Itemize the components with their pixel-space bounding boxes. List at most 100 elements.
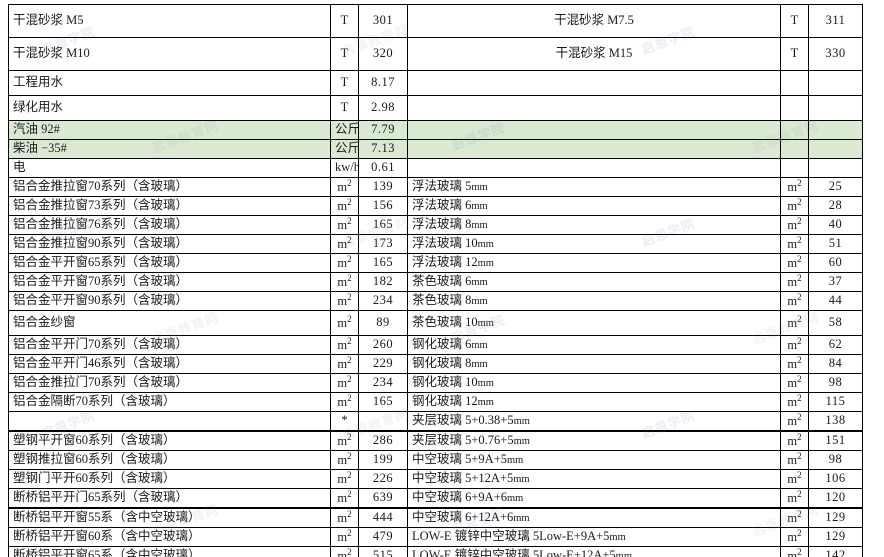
material-price-left: 260 [358, 335, 408, 355]
table-row[interactable]: 铝合金平开窗65系列（含玻璃） m2 165 浮法玻璃 12mm m2 60 [8, 253, 863, 273]
material-unit-left: m2 [330, 354, 359, 374]
material-price-left: 286 [358, 431, 408, 451]
material-name-right: 中空玻璃 5+12A+5mm [407, 469, 781, 489]
material-unit-right: T [780, 37, 809, 71]
material-price-left: 7.13 [358, 139, 408, 159]
material-price-right: 115 [808, 392, 863, 412]
material-price-right: 58 [808, 310, 863, 336]
material-unit-right: m2 [780, 431, 809, 451]
material-unit-right: T [780, 4, 809, 38]
material-name-right: 浮法玻璃 10mm [407, 234, 781, 254]
table-row[interactable]: 电 kw/h 0.61 [8, 158, 863, 178]
material-name-left: 断桥铝平开门65系列（含玻璃） [8, 488, 331, 509]
material-price-left: 229 [358, 354, 408, 374]
material-unit-right: m2 [780, 177, 809, 197]
material-price-right: 62 [808, 335, 863, 355]
material-unit-right: m2 [780, 508, 809, 528]
material-price-left: 182 [358, 272, 408, 292]
material-name-right [407, 120, 781, 140]
material-name-right: 夹层玻璃 5+0.76+5mm [407, 431, 781, 451]
material-price-left: 515 [358, 546, 408, 557]
table-row[interactable]: 塑钢推拉窗60系列（含玻璃） m2 199 中空玻璃 5+9A+5mm m2 98 [8, 450, 863, 470]
material-name-right: 中空玻璃 6+12A+6mm [407, 508, 781, 528]
material-unit-right: m2 [780, 411, 809, 432]
material-name-left: 铝合金推拉窗90系列（含玻璃） [8, 234, 331, 254]
material-name-left: 干混砂浆 M5 [8, 4, 331, 38]
material-name-right: 浮法玻璃 6mm [407, 196, 781, 216]
table-row[interactable]: 塑钢门平开60系列（含玻璃） m2 226 中空玻璃 5+12A+5mm m2 106 [8, 469, 863, 489]
material-unit-left: T [330, 70, 359, 96]
material-price-right: 129 [808, 508, 863, 528]
material-price-right: 60 [808, 253, 863, 273]
material-unit-left: m2 [330, 488, 359, 509]
table-row[interactable]: 断桥铝平开门65系列（含玻璃） m2 639 中空玻璃 6+9A+6mm m2 120 [8, 488, 863, 509]
table-row[interactable]: 干混砂浆 M10 T 320 干混砂浆 M15 T 330 [8, 37, 863, 71]
material-price-left: 199 [358, 450, 408, 470]
table-row[interactable]: 铝合金推拉门70系列（含玻璃） m2 234 钢化玻璃 10mm m2 98 [8, 373, 863, 393]
table-row[interactable]: * 夹层玻璃 5+0.38+5mm m2 138 [8, 411, 863, 432]
material-name-left: 绿化用水 [8, 95, 331, 121]
material-price-table: 干混砂浆 M5 T 301 干混砂浆 M7.5 T 311 干混砂浆 M10 T 320 干混砂浆… [8, 4, 863, 557]
material-price-right [808, 70, 863, 96]
table-row[interactable]: 铝合金推拉窗90系列（含玻璃） m2 173 浮法玻璃 10mm m2 51 [8, 234, 863, 254]
material-name-right [407, 70, 781, 96]
material-unit-left: m2 [330, 373, 359, 393]
table-row[interactable]: 工程用水 T 8.17 [8, 70, 863, 96]
material-price-right: 106 [808, 469, 863, 489]
material-name-right: 钢化玻璃 12mm [407, 392, 781, 412]
material-price-right: 138 [808, 411, 863, 432]
table-row[interactable]: 柴油 −35# 公斤 7.13 [8, 139, 863, 159]
material-name-left: 断桥铝平开窗55系（含中空玻璃） [8, 508, 331, 528]
table-row[interactable]: 铝合金平开门70系列（含玻璃） m2 260 钢化玻璃 6mm m2 62 [8, 335, 863, 355]
material-name-right [407, 95, 781, 121]
material-name-left: 电 [8, 158, 331, 178]
table-row[interactable]: 汽油 92# 公斤 7.79 [8, 120, 863, 140]
material-name-left: 铝合金平开窗65系列（含玻璃） [8, 253, 331, 273]
material-unit-right: m2 [780, 215, 809, 235]
material-name-left: 铝合金纱窗 [8, 310, 331, 336]
material-price-left [358, 411, 408, 432]
material-name-right: 茶色玻璃 8mm [407, 291, 781, 311]
table-row[interactable]: 塑钢平开窗60系列（含玻璃） m2 286 夹层玻璃 5+0.76+5mm m2 151 [8, 431, 863, 451]
table-row[interactable]: 断桥铝平开窗55系（含中空玻璃） m2 444 中空玻璃 6+12A+6mm m2 129 [8, 508, 863, 528]
material-name-right: 中空玻璃 6+9A+6mm [407, 488, 781, 509]
material-unit-right: m2 [780, 253, 809, 273]
material-name-right: 浮法玻璃 12mm [407, 253, 781, 273]
material-unit-left: * [330, 411, 359, 432]
material-name-right: 浮法玻璃 8mm [407, 215, 781, 235]
material-unit-left: m2 [330, 196, 359, 216]
material-price-left: 234 [358, 373, 408, 393]
material-unit-right: m2 [780, 196, 809, 216]
table-row[interactable]: 断桥铝平开窗60系（含中空玻璃） m2 479 LOW-E 镀锌中空玻璃 5Low-E… [8, 527, 863, 547]
material-price-left: 320 [358, 37, 408, 71]
table-row[interactable]: 铝合金平开窗90系列（含玻璃） m2 234 茶色玻璃 8mm m2 44 [8, 291, 863, 311]
material-price-left: 139 [358, 177, 408, 197]
material-unit-left: m2 [330, 310, 359, 336]
table-row[interactable]: 铝合金推拉窗76系列（含玻璃） m2 165 浮法玻璃 8mm m2 40 [8, 215, 863, 235]
material-name-left: 工程用水 [8, 70, 331, 96]
material-price-right: 37 [808, 272, 863, 292]
material-unit-left: m2 [330, 272, 359, 292]
material-name-left: 断桥铝平开窗60系（含中空玻璃） [8, 527, 331, 547]
table-row[interactable]: 铝合金推拉窗73系列（含玻璃） m2 156 浮法玻璃 6mm m2 28 [8, 196, 863, 216]
table-row[interactable]: 铝合金隔断70系列（含玻璃） m2 165 钢化玻璃 12mm m2 115 [8, 392, 863, 412]
material-name-left: 铝合金推拉门70系列（含玻璃） [8, 373, 331, 393]
material-name-left: 塑钢推拉窗60系列（含玻璃） [8, 450, 331, 470]
material-price-right: 330 [808, 37, 863, 71]
table-row[interactable]: 铝合金推拉窗70系列（含玻璃） m2 139 浮法玻璃 5mm m2 25 [8, 177, 863, 197]
table-row[interactable]: 铝合金纱窗 m2 89 茶色玻璃 10mm m2 58 [8, 310, 863, 336]
price-table-sheet: 干混砂浆 M5 T 301 干混砂浆 M7.5 T 311 干混砂浆 M10 T 320 干混砂浆… [8, 4, 863, 557]
table-row[interactable]: 干混砂浆 M5 T 301 干混砂浆 M7.5 T 311 [8, 4, 863, 38]
material-name-right: 中空玻璃 5+9A+5mm [407, 450, 781, 470]
table-row[interactable]: 铝合金平开门46系列（含玻璃） m2 229 钢化玻璃 8mm m2 84 [8, 354, 863, 374]
material-unit-right: m2 [780, 354, 809, 374]
material-name-left: 铝合金隔断70系列（含玻璃） [8, 392, 331, 412]
material-unit-left: m2 [330, 508, 359, 528]
table-row[interactable]: 绿化用水 T 2.98 [8, 95, 863, 121]
material-unit-right [780, 139, 809, 159]
material-name-left: 柴油 −35# [8, 139, 331, 159]
material-unit-left: m2 [330, 253, 359, 273]
material-unit-left: kw/h [330, 158, 359, 178]
table-row[interactable]: 断桥铝平开窗65系（含中空玻璃） m2 515 LOW-E 镀锌中空玻璃 5Low-E… [8, 546, 863, 557]
table-row[interactable]: 铝合金平开窗70系列（含玻璃） m2 182 茶色玻璃 6mm m2 37 [8, 272, 863, 292]
